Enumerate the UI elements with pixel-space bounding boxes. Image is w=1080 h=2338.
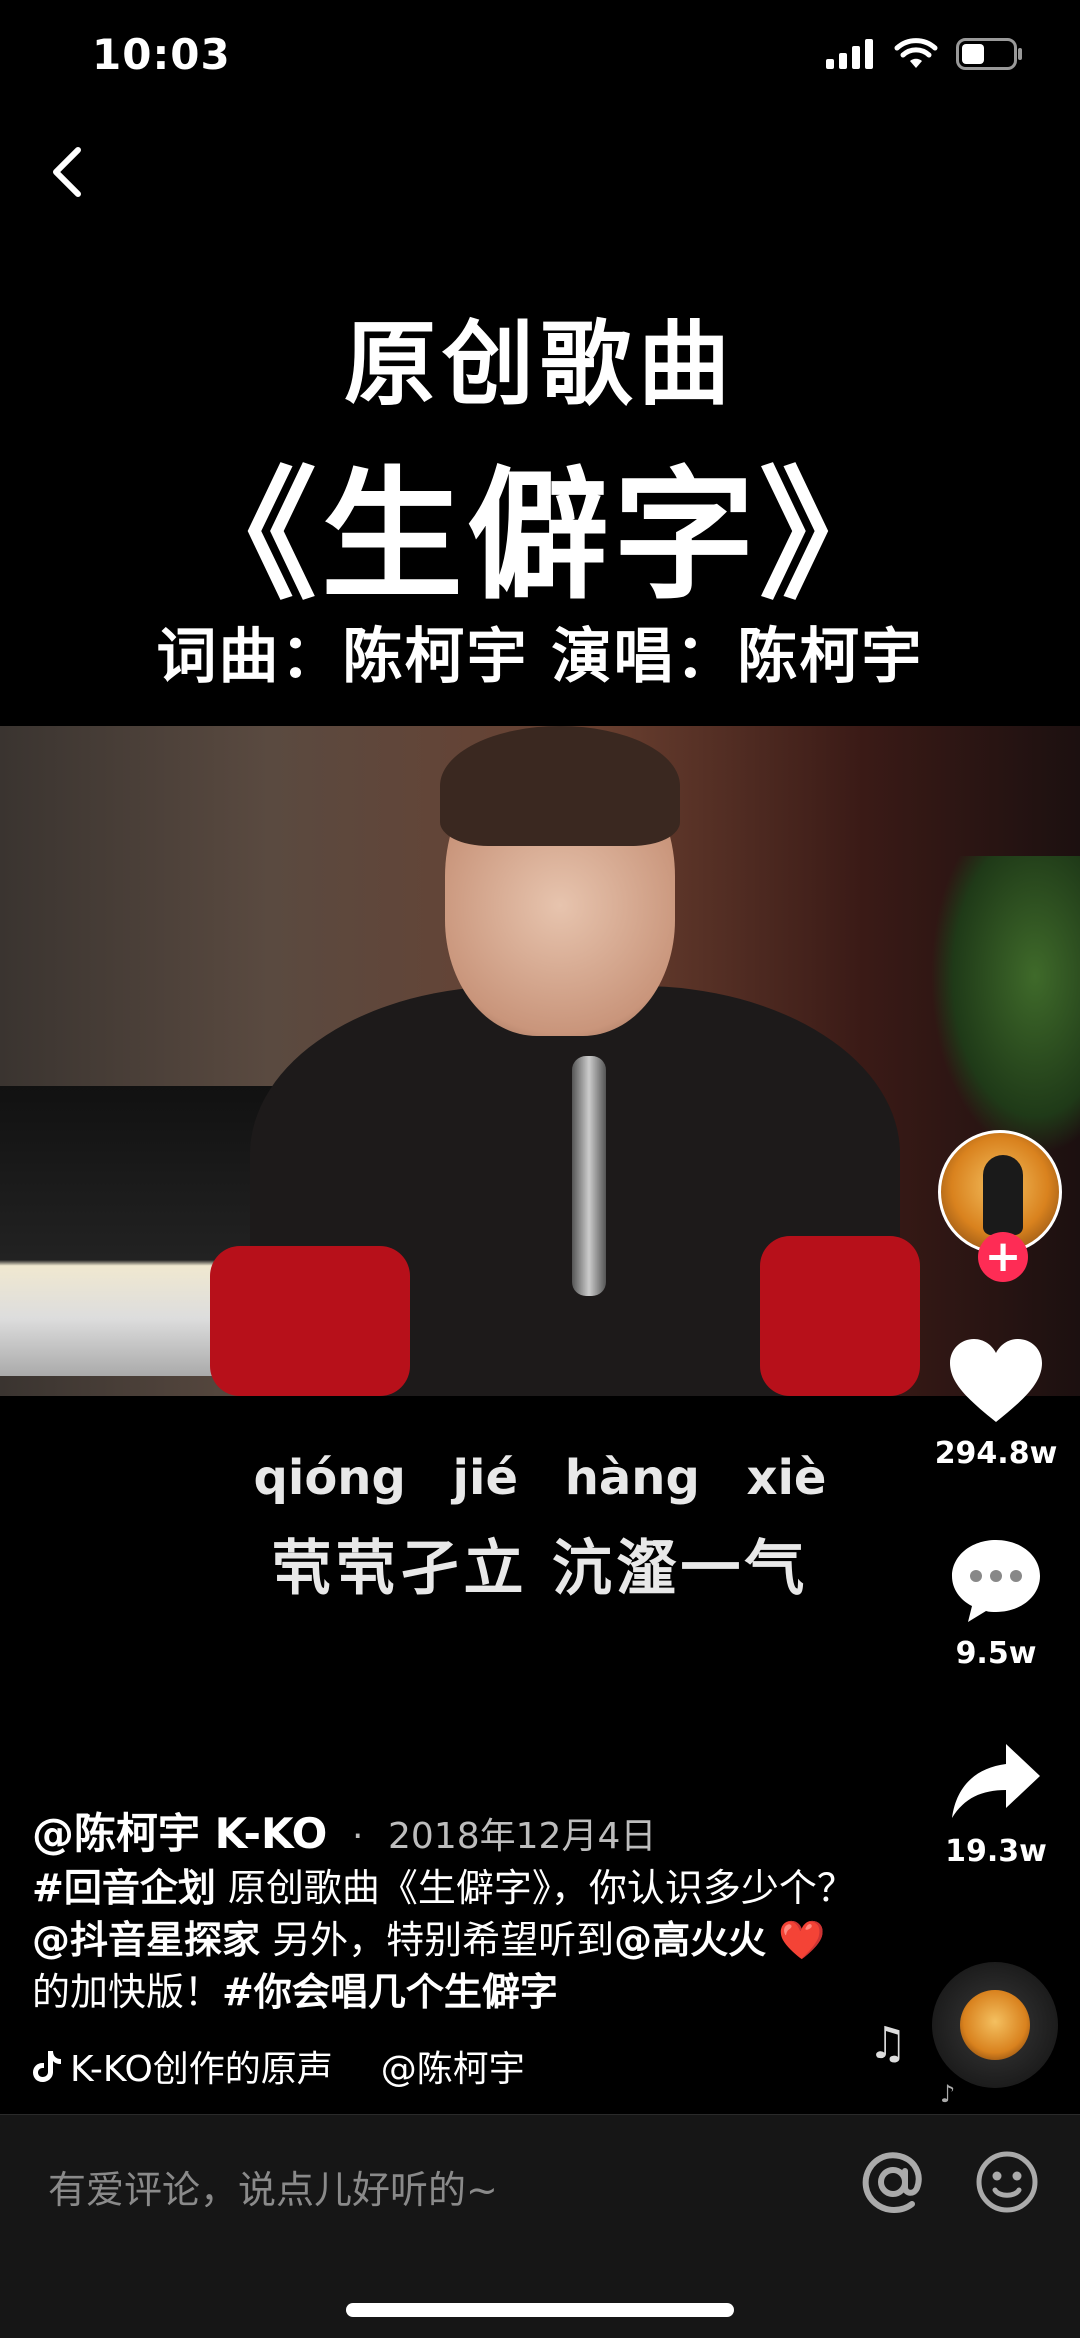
singer-hoodie-print-left xyxy=(210,1246,410,1396)
like-count: 294.8w xyxy=(934,1436,1058,1471)
battery-icon xyxy=(956,38,1022,70)
back-button[interactable] xyxy=(40,142,100,202)
hashtag-link[interactable]: #回音企划 xyxy=(32,1866,216,1910)
microphone xyxy=(572,1056,606,1296)
author-avatar-button[interactable]: + xyxy=(938,1130,1062,1282)
comment-button[interactable]: 9.5w xyxy=(926,1536,1066,1671)
video-credits: 词曲：陈柯宇 演唱：陈柯宇 xyxy=(156,622,924,692)
comment-bar: 有爱评论，说点儿好听的~ xyxy=(0,2114,1080,2338)
heart-icon xyxy=(950,1339,1042,1422)
post-description: #回音企划 原创歌曲《生僻字》，你认识多少个？ @抖音星探家 另外，特别希望听到@… xyxy=(32,1862,862,2018)
comment-count: 9.5w xyxy=(955,1636,1037,1671)
music-author[interactable]: @陈柯宇 xyxy=(381,2040,525,2092)
status-icons xyxy=(826,38,1024,70)
comment-input[interactable]: 有爱评论，说点儿好听的~ xyxy=(48,2159,498,2214)
mention-button[interactable] xyxy=(858,2147,928,2217)
follow-button[interactable]: + xyxy=(978,1232,1028,1282)
at-icon xyxy=(862,2152,922,2214)
video-title-line1: 原创歌曲 xyxy=(343,311,736,418)
avatar-figure xyxy=(983,1155,1023,1235)
author-line: @陈柯宇 K-KO · 2018年12月4日 xyxy=(32,1800,656,1861)
back-icon xyxy=(53,147,81,197)
date-separator: · xyxy=(351,1816,364,1857)
music-note-icon: ♪ xyxy=(940,2080,956,2108)
mention-link[interactable]: @抖音星探家 xyxy=(32,1918,260,1962)
description-text: 另外，特别希望听到 xyxy=(260,1918,615,1962)
author-name[interactable]: @陈柯宇 K-KO xyxy=(32,1809,327,1858)
music-title[interactable]: K-KO创作的原声 xyxy=(70,2040,333,2092)
comment-icon xyxy=(952,1540,1040,1622)
singer-hoodie-print-right xyxy=(760,1236,920,1396)
home-indicator xyxy=(346,2303,734,2317)
status-bar: 10:03 xyxy=(0,0,1080,120)
emoji-icon xyxy=(976,2151,1038,2213)
music-disc-button[interactable] xyxy=(932,1962,1058,2088)
share-button[interactable]: 19.3w xyxy=(926,1740,1066,1869)
hashtag-link[interactable]: #你会唱几个生僻字 xyxy=(222,1970,558,2014)
tiktok-logo-icon xyxy=(33,2051,61,2082)
video-title-line2: 《生僻字》 xyxy=(175,454,905,619)
mention-link[interactable]: @高火火 xyxy=(614,1918,766,1962)
lyric-pinyin: qióng jié hàng xiè xyxy=(253,1450,827,1506)
description-text: 的加快版！ xyxy=(32,1970,223,2014)
singer-hair xyxy=(440,726,680,846)
share-count: 19.3w xyxy=(945,1834,1047,1869)
status-time: 10:03 xyxy=(92,30,231,79)
wifi-icon xyxy=(894,38,938,68)
post-date: 2018年12月4日 xyxy=(388,1816,657,1857)
video-player[interactable] xyxy=(0,726,1080,1396)
description-text: 原创歌曲《生僻字》，你认识多少个？ xyxy=(215,1866,855,1910)
signal-icon xyxy=(826,39,873,69)
like-button[interactable]: 294.8w xyxy=(926,1336,1066,1471)
share-icon xyxy=(952,1744,1040,1818)
music-note-icon: ♫ xyxy=(868,2018,908,2069)
heart-emoji: ❤️ xyxy=(778,1918,826,1962)
music-disc-cover xyxy=(960,1990,1030,2060)
emoji-button[interactable] xyxy=(974,2149,1040,2215)
music-info[interactable]: K-KO创作的原声 @陈柯宇 xyxy=(32,2040,525,2092)
lyric-text: 茕茕孑立 沆瀣一气 xyxy=(271,1534,809,1604)
plant-image xyxy=(930,856,1080,1156)
